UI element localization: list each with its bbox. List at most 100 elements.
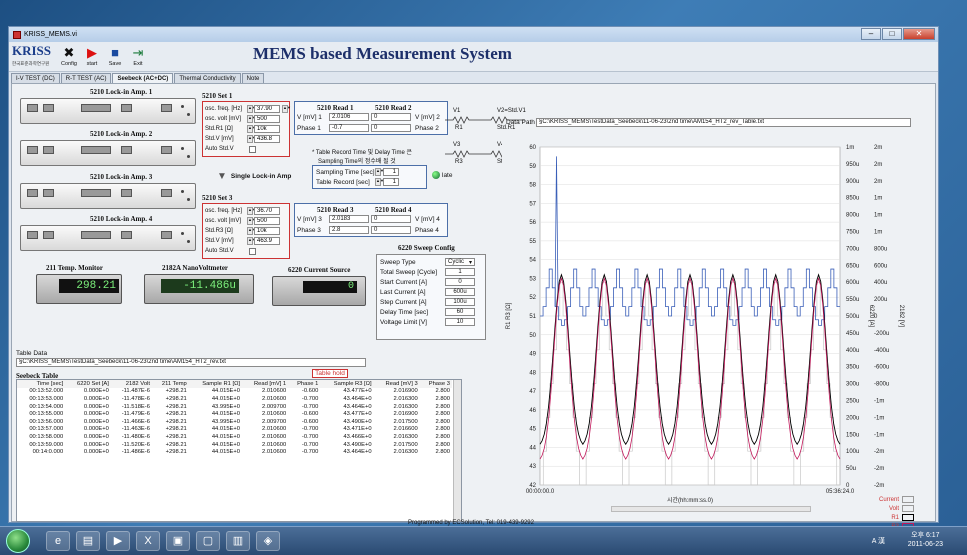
table-row[interactable]: 00:13:55.000 0.000E+0 -11.479E-6 +298.21 44.… xyxy=(17,410,452,418)
x-start-label: 00:00:00.0 xyxy=(526,489,555,495)
chart-hscrollbar[interactable] xyxy=(611,506,811,512)
table-header-cell: Sample R3 [Ω] xyxy=(320,380,374,388)
set1-auto-checkbox[interactable] xyxy=(249,145,256,153)
tab-note[interactable]: Note xyxy=(241,73,265,83)
table-row[interactable]: 00:13:52.000 0.000E+0 -11.487E-6 +298.21 44.… xyxy=(17,388,452,396)
table-header-cell: 2182 Volt xyxy=(110,380,152,388)
table-row[interactable]: 00:13:57.000 0.000E+0 -11.463E-6 +298.21 44.… xyxy=(17,426,452,434)
table-scrollbar[interactable] xyxy=(453,380,461,521)
late-label: late xyxy=(442,172,453,179)
table-cell: 43.490E+0 xyxy=(343,441,372,448)
read3-volt: 2.0183 xyxy=(329,215,369,223)
system-tray[interactable]: A 漢 xyxy=(872,536,885,546)
table-row[interactable]: 00:14:0.000 0.000E+0 -11.486E-6 +298.21 44.0… xyxy=(17,448,452,456)
media-player-icon[interactable]: ▶ xyxy=(106,531,130,551)
tab-iv-test[interactable]: I-V TEST (DC) xyxy=(11,73,60,83)
table-cell: 0.000E+0 xyxy=(83,411,109,418)
table-cell: 43.995E+0 xyxy=(211,403,241,410)
exit-button[interactable]: ⇥ Exit xyxy=(128,44,148,70)
set1-freq-input[interactable] xyxy=(254,105,280,113)
table-cell: -0.600 xyxy=(301,388,319,395)
table-row[interactable]: 00:13:58.000 0.000E+0 -11.480E-6 +298.21 44.… xyxy=(17,433,452,441)
sampling-spinner[interactable]: ▲▼ xyxy=(375,168,384,176)
legend-volt: Volt xyxy=(852,504,914,513)
delay-time-input[interactable]: 60 xyxy=(445,308,475,316)
tab-seebeck[interactable]: Seebeck (AC+DC) xyxy=(112,73,174,83)
close-button[interactable]: ✕ xyxy=(903,28,935,40)
maximize-button[interactable]: □ xyxy=(882,28,902,40)
table-cell: +298.21 xyxy=(165,395,187,402)
table-hold-button[interactable]: Table hold xyxy=(312,369,348,378)
r-spinner[interactable]: ▲▼ xyxy=(247,125,256,133)
step-current-input[interactable]: 100u xyxy=(445,298,475,306)
doc-icon[interactable]: ▥ xyxy=(226,531,250,551)
table-cell: 2.016300 xyxy=(393,449,418,456)
table-cell: 0.000E+0 xyxy=(83,418,109,425)
right2-tick-label: -1m xyxy=(874,415,884,421)
start-button[interactable] xyxy=(6,529,30,553)
set1-stdv-input[interactable] xyxy=(254,135,280,143)
set3-volt-input[interactable] xyxy=(254,217,280,225)
total-sweep-input[interactable]: 1 xyxy=(445,268,475,276)
temp-monitor-title: 211 Temp. Monitor xyxy=(46,264,103,272)
freq-spinner[interactable]: ▲▼ xyxy=(247,105,256,113)
table-row[interactable]: 00:13:59.000 0.000E+0 -11.520E-6 +298.21 44.… xyxy=(17,441,452,449)
nanovolt-device: -11.486u xyxy=(144,274,254,304)
minimize-button[interactable]: – xyxy=(861,28,881,40)
window-icon[interactable]: ▢ xyxy=(196,531,220,551)
sweep-type-select[interactable]: Cyclic ▾ xyxy=(445,258,475,266)
tab-rt-test[interactable]: R-T TEST (AC) xyxy=(60,73,112,83)
freq-inc[interactable]: ▲▼ xyxy=(282,105,291,113)
table-cell: -11.518E-6 xyxy=(121,403,150,410)
set1-volt-input[interactable] xyxy=(254,115,280,123)
clock[interactable]: 오후 6:17 2011-06-23 xyxy=(908,531,943,549)
folder-icon[interactable]: ▤ xyxy=(76,531,100,551)
excel-icon[interactable]: X xyxy=(136,531,160,551)
table-cell: -11.479E-6 xyxy=(121,411,150,418)
table-record-input[interactable]: 1 xyxy=(383,178,399,186)
app-task-icon[interactable]: ◈ xyxy=(256,531,280,551)
last-current-input[interactable]: 600u xyxy=(445,288,475,296)
save-button[interactable]: ■ Save xyxy=(105,44,125,70)
r3-spinner[interactable]: ▲▼ xyxy=(247,227,256,235)
set1-box: osc. freq. [Hz]▲▼▲▼ osc. volt [mV]▲▼ Std… xyxy=(202,101,291,157)
read12-box: 5210 Read 1 5210 Read 2 V [mV] 1 2.0106 … xyxy=(294,101,448,135)
kriss-logo: KRISS 한국표준과학연구원 xyxy=(12,43,52,66)
config-button[interactable]: ✖ Config xyxy=(59,44,79,70)
right2-tick-label: -1m xyxy=(874,432,884,438)
sampling-time-input[interactable]: 1 xyxy=(383,168,399,176)
table-cell: 2.016900 xyxy=(393,388,418,395)
start-current-input[interactable]: 0 xyxy=(445,278,475,286)
set3-auto-checkbox[interactable] xyxy=(249,247,256,255)
ie-icon[interactable]: e xyxy=(46,531,70,551)
v3-spinner[interactable]: ▲▼ xyxy=(247,237,256,245)
volt3-spinner[interactable]: ▲▼ xyxy=(247,217,256,225)
start-button[interactable]: ▶ start xyxy=(82,44,102,70)
tab-thermal-conductivity[interactable]: Thermal Conductivity xyxy=(174,73,241,83)
volt-spinner[interactable]: ▲▼ xyxy=(247,115,256,123)
y-tick-label: 46 xyxy=(529,408,536,414)
toggle-arrow-icon: ▼ xyxy=(217,171,227,182)
single-lockin-button[interactable]: ▼ Single Lock-in Amp xyxy=(217,171,291,182)
set3-freq-input[interactable] xyxy=(254,207,280,215)
labview-icon[interactable]: ▣ xyxy=(166,531,190,551)
table-cell: 2.800 xyxy=(435,449,450,456)
table-row[interactable]: 00:13:56.000 0.000E+0 -11.466E-6 +298.21 43.… xyxy=(17,418,452,426)
legend-current: Current xyxy=(852,495,914,504)
voltage-limit-input[interactable]: 10 xyxy=(445,318,475,326)
table-data-path[interactable]: §C:\KRISS_MEMS\TestData_Seebeck\11-06-23… xyxy=(16,358,366,367)
table-row[interactable]: 00:13:53.000 0.000E+0 -11.478E-6 +298.21 44.… xyxy=(17,395,452,403)
table-cell: 44.015E+0 xyxy=(211,441,241,448)
set3-stdr-input[interactable] xyxy=(254,227,280,235)
app-icon xyxy=(13,30,21,39)
record-spinner[interactable]: ▲▼ xyxy=(375,178,384,186)
title-bar: KRISS_MEMS.vi – □ ✕ xyxy=(9,27,938,42)
v-spinner[interactable]: ▲▼ xyxy=(247,135,256,143)
set3-stdv-input[interactable] xyxy=(254,237,280,245)
read4-volt: 0 xyxy=(371,215,411,223)
table-row[interactable]: 00:13:54.000 0.000E+0 -11.518E-6 +298.21 43.… xyxy=(17,403,452,411)
set1-stdr-input[interactable] xyxy=(254,125,280,133)
data-path-input[interactable]: §C:\KRISS_MEMS\TestData_Seebeck\11-06-23… xyxy=(536,118,911,127)
freq3-spinner[interactable]: ▲▼ xyxy=(247,207,256,215)
y-tick-label: 52 xyxy=(529,295,536,301)
